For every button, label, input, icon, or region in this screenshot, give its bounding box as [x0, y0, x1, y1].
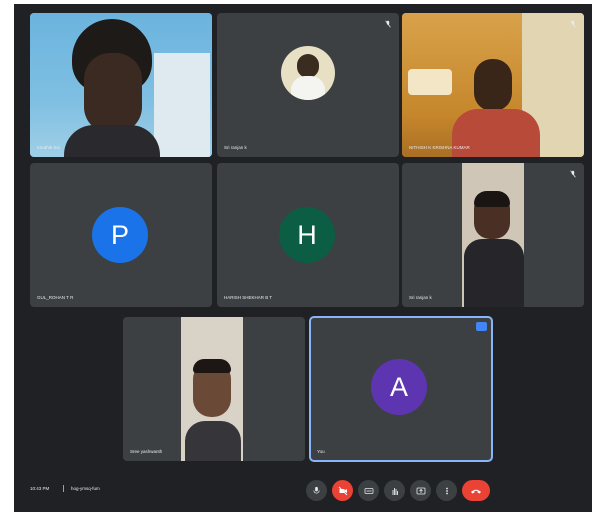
end-call-icon: [471, 489, 481, 493]
present-button[interactable]: [410, 480, 431, 501]
participant-tile-5[interactable]: H HARISH SHEKHAR B T: [217, 163, 399, 307]
meeting-time: 10:43 PM: [30, 486, 50, 491]
divider: [63, 485, 64, 492]
captions-icon: [364, 487, 373, 494]
person-face: [474, 59, 512, 111]
raise-hand-button[interactable]: [384, 480, 405, 501]
participant-name: Sri ranjan k: [224, 145, 247, 150]
participant-tile-self[interactable]: A You: [309, 316, 493, 462]
person-shirt: [185, 421, 241, 461]
meeting-window: Kiruthik Sai Sri ranjan k NITHISH K KRIS…: [14, 4, 592, 512]
bottom-toolbar: 10:43 PM hog-ymsq-fum: [14, 466, 592, 510]
more-options-icon: [445, 487, 448, 494]
person-shirt: [64, 125, 160, 157]
participant-name: NITHISH K KRISHNA KUMAR: [409, 145, 470, 150]
raise-hand-icon: [392, 487, 398, 495]
participant-tile-1[interactable]: Kiruthik Sai: [30, 13, 212, 157]
mic-muted-icon: [570, 20, 576, 28]
light-background: [408, 69, 452, 95]
avatar-initial: H: [279, 207, 335, 263]
person-shirt: [464, 239, 524, 307]
mic-icon: [313, 486, 320, 494]
camera-off-icon: [338, 486, 347, 495]
participant-tile-7[interactable]: Sree yashwanth: [123, 317, 305, 461]
participant-tile-3[interactable]: NITHISH K KRISHNA KUMAR: [402, 13, 584, 157]
person-face: [84, 53, 142, 133]
more-options-button[interactable]: [436, 480, 457, 501]
door-background: [154, 53, 210, 157]
present-icon: [416, 487, 425, 494]
avatar-initial: A: [371, 359, 427, 415]
speaking-indicator-icon: [476, 322, 487, 331]
meeting-code: hog-ymsq-fum: [71, 486, 100, 491]
person-hair: [474, 191, 510, 207]
camera-button[interactable]: [332, 480, 353, 501]
person-hair: [193, 359, 231, 373]
participant-name: HARISH SHEKHAR B T: [224, 295, 273, 300]
mic-muted-icon: [570, 170, 576, 178]
participant-tile-4[interactable]: P GUL_ROHAN T R: [30, 163, 212, 307]
participant-tile-6[interactable]: Sri ranjan k: [402, 163, 584, 307]
participant-tile-2[interactable]: Sri ranjan k: [217, 13, 399, 157]
mic-muted-icon: [385, 20, 391, 28]
participant-name: GUL_ROHAN T R: [37, 295, 74, 300]
participant-name: Sri ranjan k: [409, 295, 432, 300]
participant-name: You: [317, 449, 325, 454]
mic-button[interactable]: [306, 480, 327, 501]
captions-button[interactable]: [358, 480, 379, 501]
avatar-initial: P: [92, 207, 148, 263]
participant-name: Sree yashwanth: [130, 449, 163, 454]
participant-name: Kiruthik Sai: [37, 145, 60, 150]
end-call-button[interactable]: [462, 480, 490, 501]
avatar-photo: [281, 46, 335, 100]
